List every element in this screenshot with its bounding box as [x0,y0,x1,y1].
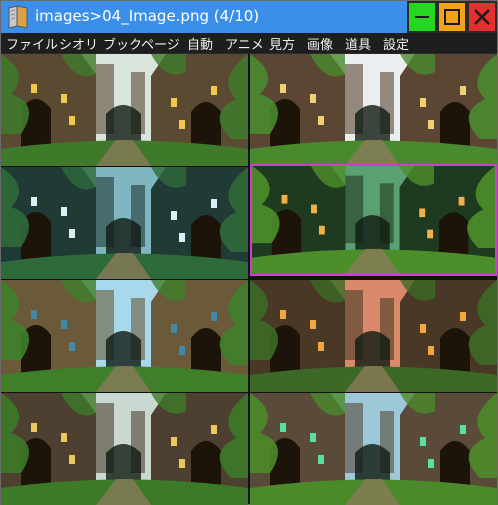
menu-tools[interactable]: 道具 [345,34,371,53]
thumbnail-2[interactable] [250,54,497,166]
thumbnail-6[interactable] [250,280,497,392]
menu-settings[interactable]: 設定 [383,34,409,53]
thumbnail-image [1,393,248,505]
thumbnail-grid [1,54,497,505]
thumbnail-image [252,166,495,274]
minimize-icon [415,16,429,18]
menu-anime[interactable]: アニメ [225,34,264,53]
menu-auto[interactable]: 自動 [187,34,213,53]
maximize-button[interactable] [437,1,467,33]
thumbnail-image [1,167,248,279]
thumbnail-4[interactable] [250,164,497,276]
menu-shiori[interactable]: シオリ [59,34,98,53]
thumbnail-8[interactable] [250,393,497,505]
maximize-icon [444,9,460,25]
menu-image[interactable]: 画像 [307,34,333,53]
thumbnail-5[interactable] [1,280,248,392]
thumbnail-1[interactable] [1,54,248,166]
thumbnail-image [250,280,497,392]
window-title: images>04_Image.png (4/10) [35,7,260,25]
image-viewer-window: images>04_Image.png (4/10) ファイル シオリ ブック … [0,0,498,505]
minimize-button[interactable] [407,1,437,33]
menu-file[interactable]: ファイル [6,34,58,53]
thumbnail-3[interactable] [1,167,248,279]
close-icon [474,9,490,25]
thumbnail-image [250,54,497,166]
title-bar[interactable]: images>04_Image.png (4/10) [1,1,497,33]
book-icon [8,5,28,29]
thumbnail-image [250,393,497,505]
thumbnail-image [1,54,248,166]
thumbnail-7[interactable] [1,393,248,505]
close-button[interactable] [467,1,497,33]
menu-view[interactable]: 見方 [269,34,295,53]
menu-book[interactable]: ブック [103,34,142,53]
menu-bar: ファイル シオリ ブック ページ 自動 アニメ 見方 画像 道具 設定 [1,33,497,54]
thumbnail-image [1,280,248,392]
menu-page[interactable]: ページ [141,34,180,53]
